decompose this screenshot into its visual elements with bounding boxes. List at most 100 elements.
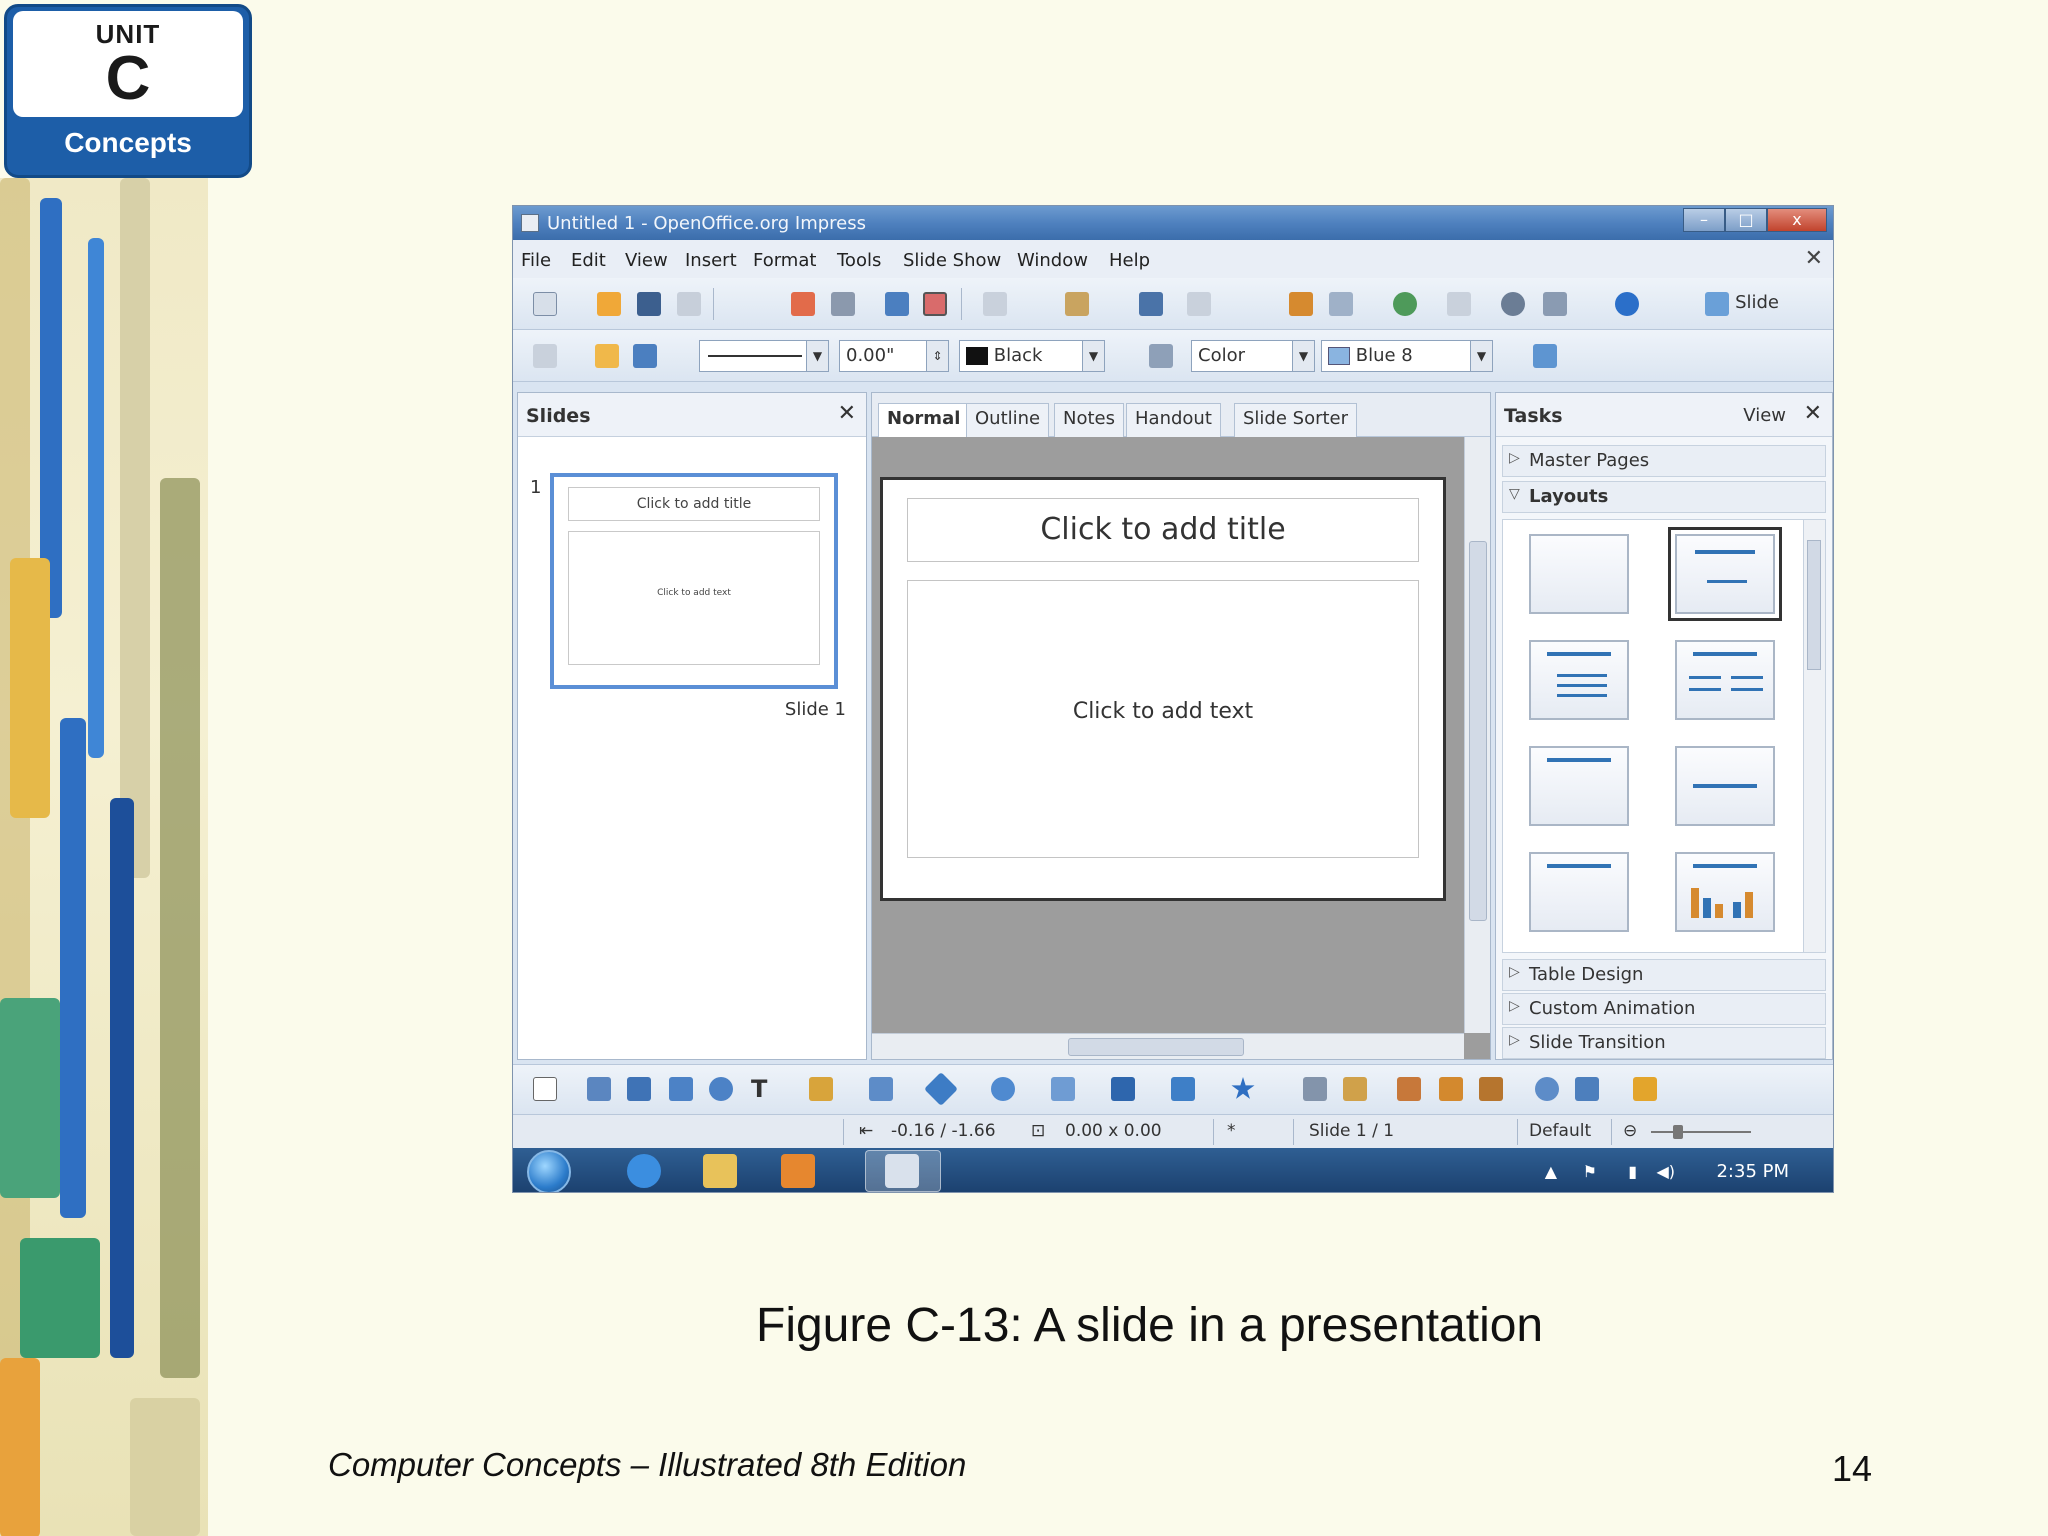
slide-icon[interactable] <box>1705 292 1729 316</box>
horizontal-scrollbar[interactable] <box>872 1033 1464 1059</box>
minimize-button[interactable]: – <box>1683 208 1725 232</box>
zoom-slider-handle[interactable] <box>1673 1125 1683 1139</box>
area-style-select[interactable]: Color ▼ <box>1191 340 1315 372</box>
zoom-icon[interactable] <box>1543 292 1567 316</box>
section-layouts[interactable]: Layouts <box>1502 481 1826 513</box>
styles-icon[interactable] <box>533 344 557 368</box>
menu-edit[interactable]: Edit <box>571 250 606 271</box>
export-pdf-icon[interactable] <box>791 292 815 316</box>
line-icon[interactable] <box>595 344 619 368</box>
stars-icon[interactable] <box>1231 1077 1255 1099</box>
line-style-select[interactable]: ▼ <box>699 340 829 372</box>
close-button[interactable]: x <box>1767 208 1827 232</box>
autospellcheck-icon[interactable] <box>923 292 947 316</box>
section-table-design[interactable]: Table Design <box>1502 959 1826 991</box>
extrusion-icon[interactable] <box>1479 1077 1503 1101</box>
chevron-down-icon[interactable]: ▼ <box>1082 341 1104 371</box>
print-icon[interactable] <box>831 292 855 316</box>
tab-notes[interactable]: Notes <box>1054 403 1124 437</box>
area-color-select[interactable]: Blue 8 ▼ <box>1321 340 1493 372</box>
undo-icon[interactable] <box>1139 292 1163 316</box>
grid-icon[interactable] <box>1447 292 1471 316</box>
navigator-icon[interactable] <box>1393 292 1417 316</box>
layout-blank[interactable] <box>1529 534 1629 614</box>
tab-slide-sorter[interactable]: Slide Sorter <box>1234 403 1358 437</box>
arrow-tool-icon[interactable] <box>627 1077 651 1101</box>
zoom-out-icon[interactable]: ⊖ <box>1623 1121 1637 1141</box>
line-color-select[interactable]: Black ▼ <box>959 340 1105 372</box>
layout-two-columns[interactable] <box>1675 640 1775 720</box>
tab-normal[interactable]: Normal <box>878 403 970 437</box>
connector-icon[interactable] <box>869 1077 893 1101</box>
tab-outline[interactable]: Outline <box>966 403 1050 437</box>
menu-insert[interactable]: Insert <box>685 250 737 271</box>
line-width-stepper[interactable]: 0.00" ⇕ <box>839 340 949 372</box>
points-icon[interactable] <box>1303 1077 1327 1101</box>
chart-icon[interactable] <box>1289 292 1313 316</box>
menu-window[interactable]: Window <box>1017 250 1088 271</box>
close-pane-icon[interactable]: ✕ <box>838 401 856 426</box>
cut-icon[interactable] <box>983 292 1007 316</box>
table-icon[interactable] <box>1329 292 1353 316</box>
basic-shapes-icon[interactable] <box>924 1072 958 1106</box>
spellcheck-icon[interactable] <box>885 292 909 316</box>
new-slide-button[interactable]: Slide <box>1735 292 1779 313</box>
arrow-style-icon[interactable] <box>633 344 657 368</box>
section-master-pages[interactable]: Master Pages <box>1502 445 1826 477</box>
layouts-scroll-thumb[interactable] <box>1807 540 1821 670</box>
align-icon[interactable] <box>1575 1077 1599 1101</box>
show-hidden-icons[interactable]: ▲ <box>1545 1162 1557 1181</box>
menu-format[interactable]: Format <box>753 250 816 271</box>
save-icon[interactable] <box>637 292 661 316</box>
layout-title-content[interactable] <box>1668 527 1782 621</box>
rotate-icon[interactable] <box>1535 1077 1559 1101</box>
open-icon[interactable] <box>597 292 621 316</box>
insert-image-icon[interactable] <box>1397 1077 1421 1101</box>
menu-slide-show[interactable]: Slide Show <box>903 250 1001 271</box>
email-icon[interactable] <box>677 292 701 316</box>
arrange-icon[interactable] <box>1633 1077 1657 1101</box>
internet-explorer-icon[interactable] <box>627 1154 661 1188</box>
chevron-down-icon[interactable]: ▼ <box>1292 341 1314 371</box>
fontwork-icon[interactable] <box>1343 1077 1367 1101</box>
vertical-scrollbar[interactable] <box>1464 437 1490 1033</box>
file-explorer-icon[interactable] <box>703 1154 737 1188</box>
text-tool-icon[interactable]: T <box>751 1077 775 1101</box>
vertical-scroll-thumb[interactable] <box>1469 541 1487 921</box>
layout-title-only[interactable] <box>1529 746 1629 826</box>
menu-view[interactable]: View <box>625 250 668 271</box>
layout-centered-text[interactable] <box>1675 746 1775 826</box>
layouts-scrollbar[interactable] <box>1803 520 1825 952</box>
network-icon[interactable]: ▮ <box>1628 1162 1637 1181</box>
close-pane-icon[interactable]: ✕ <box>1804 401 1822 426</box>
menu-file[interactable]: File <box>521 250 551 271</box>
slide-thumbnail[interactable]: Click to add title Click to add text <box>550 473 838 689</box>
start-button[interactable] <box>527 1150 571 1192</box>
layout-title-list[interactable] <box>1529 640 1629 720</box>
block-arrows-icon[interactable] <box>1051 1077 1075 1101</box>
title-placeholder[interactable]: Click to add title <box>907 498 1419 562</box>
volume-icon[interactable]: ◀) <box>1656 1162 1675 1181</box>
select-icon[interactable] <box>533 1077 557 1101</box>
layout-title-chart[interactable] <box>1675 852 1775 932</box>
zoom-slider[interactable] <box>1651 1131 1751 1133</box>
redo-icon[interactable] <box>1187 292 1211 316</box>
area-icon[interactable] <box>1149 344 1173 368</box>
callouts-icon[interactable] <box>1171 1077 1195 1101</box>
section-slide-transition[interactable]: Slide Transition <box>1502 1027 1826 1059</box>
help-icon[interactable] <box>1615 292 1639 316</box>
curve-icon[interactable] <box>809 1077 833 1101</box>
chevron-down-icon[interactable]: ▼ <box>1470 341 1492 371</box>
tasks-view-menu[interactable]: View <box>1743 405 1786 426</box>
paste-icon[interactable] <box>1065 292 1089 316</box>
section-custom-animation[interactable]: Custom Animation <box>1502 993 1826 1025</box>
gallery-icon[interactable] <box>1501 292 1525 316</box>
shadow-icon[interactable] <box>1533 344 1557 368</box>
new-icon[interactable] <box>533 292 557 316</box>
media-player-icon[interactable] <box>781 1154 815 1188</box>
slide-canvas[interactable]: Click to add title Click to add text <box>880 477 1446 901</box>
close-document-icon[interactable]: ✕ <box>1805 246 1823 271</box>
stepper-arrows-icon[interactable]: ⇕ <box>926 341 948 371</box>
tab-handout[interactable]: Handout <box>1126 403 1221 437</box>
gallery-insert-icon[interactable] <box>1439 1077 1463 1101</box>
